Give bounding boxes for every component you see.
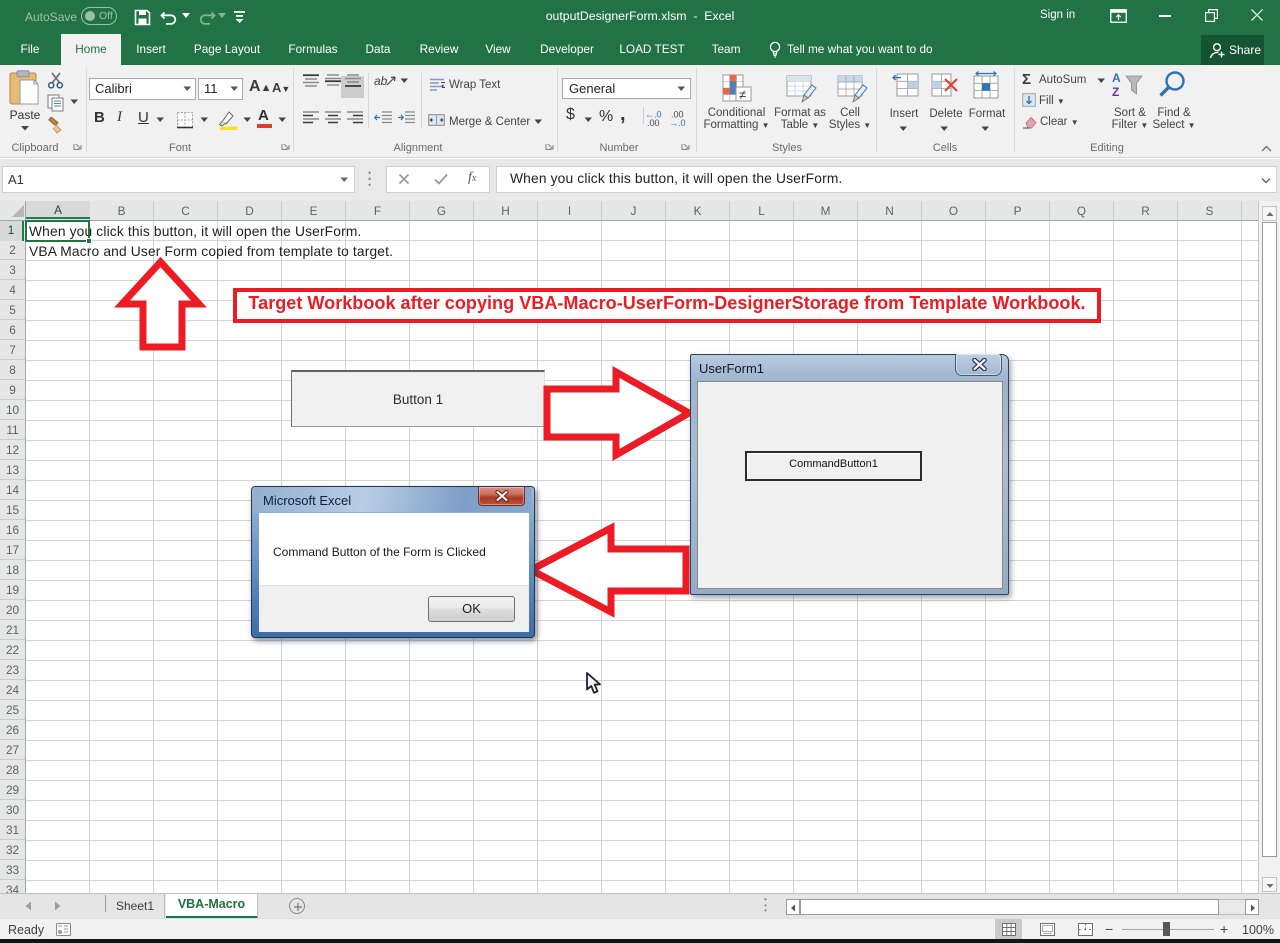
svg-text:≠: ≠	[739, 87, 746, 102]
svg-text:Z: Z	[1112, 85, 1119, 99]
svg-text:.00: .00	[647, 118, 660, 127]
svg-text:ab: ab	[374, 74, 388, 88]
svg-text:→.0: →.0	[669, 118, 686, 127]
svg-text:A: A	[1112, 71, 1121, 85]
